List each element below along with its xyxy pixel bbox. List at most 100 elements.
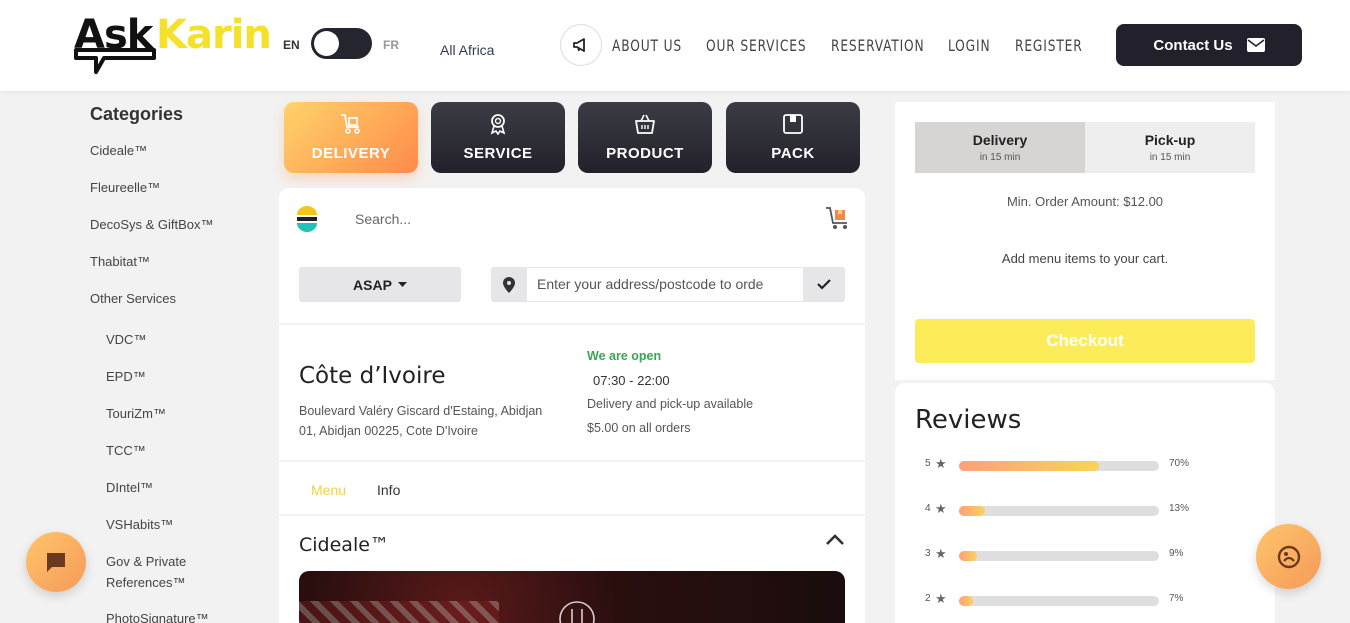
sidebar-subitem-references[interactable]: References™ [106,575,185,590]
shopping-cart-icon[interactable] [825,206,851,230]
region-selector[interactable]: All Africa [440,42,494,58]
store-address-line1: Boulevard Valéry Giscard d'Estaing, Abid… [299,404,543,418]
categories-sidebar: Categories [90,100,270,125]
rating-percent: 13% [1169,503,1190,514]
nav-about-us[interactable]: ABOUT US [612,36,682,55]
logo-karin-text: Karin [156,12,272,58]
nav-reservation[interactable]: RESERVATION [831,36,925,55]
sidebar-item-decosys[interactable]: DecoSys & GiftBox™ [90,217,214,232]
nav-register[interactable]: REGISTER [1015,36,1083,55]
asap-dropdown[interactable]: ASAP [299,267,461,302]
store-address-line2: 01, Abidjan 00225, Cote D'Ivoire [299,424,478,438]
chat-bubble-icon [47,553,65,572]
delivery-mode-label: Delivery [972,132,1028,148]
chat-button[interactable] [26,532,86,592]
tab-product[interactable]: PRODUCT [578,102,712,173]
lang-fr-label[interactable]: FR [383,38,399,52]
sidebar-subitem-tcc[interactable]: TCC™ [106,443,146,458]
contact-us-label: Contact Us [1153,36,1233,54]
sidebar-subitem-tourizm[interactable]: TouriZm™ [106,406,166,421]
opening-hours: 07:30 - 22:00 [593,373,670,388]
delivery-mode-button[interactable]: Delivery in 15 min [915,122,1085,173]
rating-row-3: 3 ★ 9% [925,546,1255,562]
cart-icon [341,114,360,134]
tab-product-label: PRODUCT [606,145,684,162]
tab-delivery-label: DELIVERY [311,145,391,162]
rating-stars-label: 2 [925,593,931,604]
brand-stack-icon [297,206,317,232]
rating-row-2: 2 ★ 7% [925,591,1255,607]
rating-row-5: 5 ★ 70% [925,456,1255,472]
language-toggle[interactable] [311,28,372,59]
accessibility-button[interactable] [1256,524,1321,589]
tab-menu[interactable]: Menu [311,482,346,498]
section-title: Cideale™ [299,534,389,556]
delivery-mode-time: in 15 min [979,152,1021,163]
rating-bar-fill [959,551,977,561]
lang-en-label[interactable]: EN [283,38,300,52]
delivery-fee-text: $5.00 on all orders [587,421,691,435]
rating-row-4: 4 ★ 13% [925,501,1255,517]
search-input[interactable]: Search... [355,211,411,227]
tab-pack-label: PACK [771,145,815,162]
checkmark-icon [817,279,831,290]
map-pin-icon [503,276,515,293]
sidebar-item-thabitat[interactable]: Thabitat™ [90,254,150,269]
site-header: Ask Karin EN FR All Africa ABOUT US OUR … [0,0,1350,91]
megaphone-button[interactable] [560,24,602,66]
reviews-card: Reviews 5 ★ 70% 4 ★ 13% 3 ★ 9% 2 ★ 7% [895,383,1275,623]
rating-bar [959,596,1159,606]
sidebar-item-cideale[interactable]: Cideale™ [90,143,147,158]
sidebar-item-other-services[interactable]: Other Services [90,291,176,306]
star-icon: ★ [935,546,947,561]
chevron-up-icon[interactable] [825,534,845,546]
sidebar-subitem-epd[interactable]: EPD™ [106,369,146,384]
rating-bar [959,461,1159,471]
basket-icon [635,114,655,134]
sidebar-subitem-gov-private[interactable]: Gov & Private [106,554,186,569]
pickup-mode-button[interactable]: Pick-up in 15 min [1085,122,1255,173]
asap-label: ASAP [353,276,392,293]
min-order-amount: Min. Order Amount: $12.00 [1006,194,1164,209]
categories-title: Categories [90,104,184,124]
rating-percent: 7% [1169,593,1184,604]
toggle-knob [314,31,339,56]
section-banner-image[interactable] [299,571,845,623]
sidebar-subitem-vdc[interactable]: VDC™ [106,332,146,347]
sidebar-subitem-vshabits[interactable]: VSHabits™ [106,517,173,532]
tab-info[interactable]: Info [377,482,400,498]
tab-service[interactable]: SERVICE [431,102,565,173]
sidebar-item-fleureelle[interactable]: Fleureelle™ [90,180,160,195]
sidebar-subitem-photosignature[interactable]: PhotoSignature™ [106,611,209,623]
checkout-button[interactable]: Checkout [915,319,1255,363]
rating-bar-fill [959,461,1099,471]
open-status: We are open [587,349,662,363]
askkarin-logo[interactable]: Ask Karin [74,10,272,76]
nav-login[interactable]: LOGIN [948,36,990,55]
rating-bar [959,506,1159,516]
tablecloth-pattern [299,601,499,623]
rating-bar [959,551,1159,561]
store-info-panel: Côte d’Ivoire Boulevard Valéry Giscard d… [279,325,865,460]
accessibility-icon [1277,545,1300,568]
cart-card: Delivery in 15 min Pick-up in 15 min Min… [895,102,1275,380]
contact-us-button[interactable]: Contact Us [1116,24,1302,66]
location-pin-button[interactable] [491,267,527,302]
search-panel: Search... ASAP Enter your address/postco… [279,188,865,323]
pickup-mode-time: in 15 min [1149,152,1191,163]
restaurant-icon [559,601,595,623]
rating-stars-label: 4 [925,503,931,514]
tab-pack[interactable]: PACK [726,102,860,173]
sidebar-subitem-dintel[interactable]: DIntel™ [106,480,153,495]
confirm-address-button[interactable] [803,267,845,302]
envelope-icon [1246,38,1265,52]
store-address: Boulevard Valéry Giscard d'Estaing, Abid… [299,401,569,441]
nav-our-services[interactable]: OUR SERVICES [706,36,806,55]
tab-service-label: SERVICE [463,145,533,162]
ribbon-icon [490,114,506,135]
caret-down-icon [397,281,407,287]
rating-stars-label: 3 [925,548,931,559]
address-group: Enter your address/postcode to orde [491,267,845,302]
address-input[interactable]: Enter your address/postcode to orde [527,268,803,301]
tab-delivery[interactable]: DELIVERY [284,102,418,173]
